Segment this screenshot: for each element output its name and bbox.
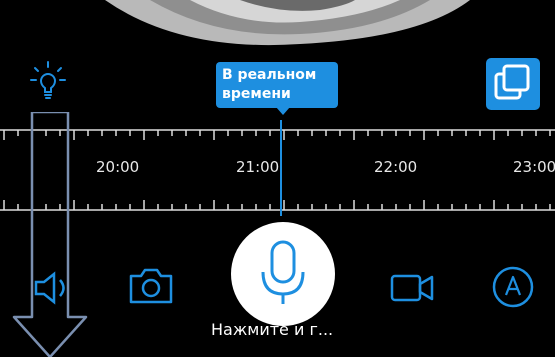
live-tooltip-text: В реальном времени — [222, 67, 317, 102]
down-arrow-overlay — [12, 112, 88, 357]
timeline-label: 23:00 — [513, 158, 555, 176]
video-camera-icon — [390, 274, 434, 302]
timeline-label: 20:00 — [96, 158, 140, 176]
camera-icon — [129, 268, 173, 304]
multi-view-icon — [494, 64, 530, 100]
snapshot-button[interactable] — [127, 264, 175, 308]
timeline-label: 22:00 — [374, 158, 418, 176]
lightbulb-icon[interactable] — [28, 60, 68, 104]
camera-feed — [0, 0, 555, 52]
live-tooltip: В реальном времени — [216, 62, 338, 108]
multi-view-button[interactable] — [486, 58, 540, 110]
timeline-label: 21:00 — [236, 158, 280, 176]
auto-mode-icon — [492, 266, 534, 308]
mic-button[interactable] — [231, 222, 335, 326]
record-button[interactable] — [388, 266, 436, 310]
tooltip-pointer — [276, 107, 290, 115]
timeline-playhead[interactable] — [280, 120, 282, 216]
microphone-icon — [261, 240, 305, 304]
auto-mode-button[interactable] — [490, 264, 536, 310]
mic-hint: Нажмите и г... — [211, 320, 334, 339]
